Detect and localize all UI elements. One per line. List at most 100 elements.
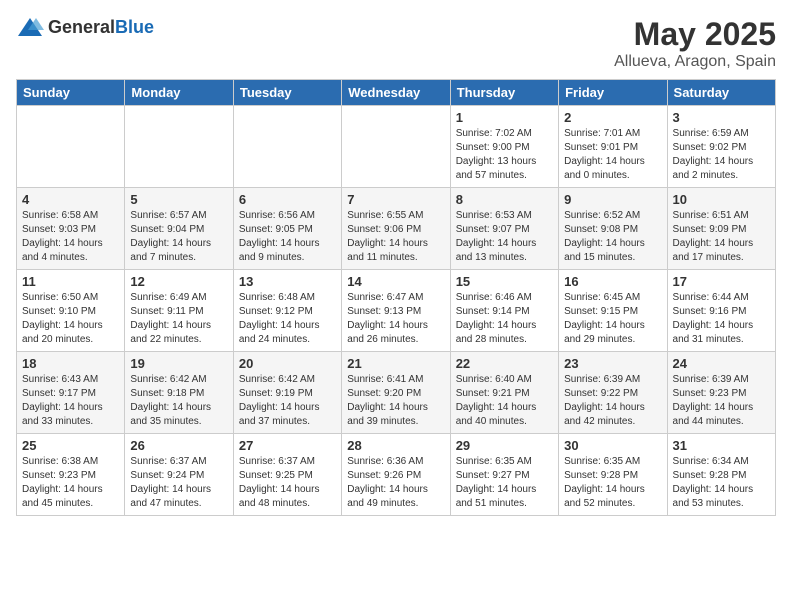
calendar-row-4: 25 Sunrise: 6:38 AMSunset: 9:23 PMDayligh…: [17, 434, 776, 516]
cell-sun-info: Sunrise: 6:41 AMSunset: 9:20 PMDaylight:…: [347, 373, 444, 429]
cell-sun-info: Sunrise: 6:55 AMSunset: 9:06 PMDaylight:…: [347, 209, 444, 265]
calendar-cell: 28Sunrise: 6:36 AMSunset: 9:26 PMDayligh…: [342, 434, 450, 516]
day-number: 7: [347, 192, 444, 207]
cell-sun-info: Sunrise: 6:42 AMSunset: 9:19 PMDaylight:…: [239, 373, 336, 429]
cell-sun-info: Sunrise: 6:43 AMSunset: 9:17 PMDaylight:…: [22, 373, 119, 429]
logo-text-general: General: [48, 17, 115, 37]
day-number: 16: [564, 274, 661, 289]
calendar-table: SundayMondayTuesdayWednesdayThursdayFrid…: [16, 79, 776, 516]
calendar-cell: 16 Sunrise: 6:45 AMSunset: 9:15 PMDayligh…: [559, 270, 667, 352]
day-number: 25: [22, 438, 119, 453]
day-number: 14: [347, 274, 444, 289]
cell-sun-info: Sunrise: 6:58 AMSunset: 9:03 PMDaylight:…: [22, 209, 119, 265]
calendar-cell: [125, 106, 233, 188]
day-number: 29: [456, 438, 553, 453]
day-number: 31: [673, 438, 770, 453]
calendar-cell: 19 Sunrise: 6:42 AMSunset: 9:18 PMDayligh…: [125, 352, 233, 434]
day-number: 10: [673, 192, 770, 207]
day-number: 22: [456, 356, 553, 371]
day-number: 9: [564, 192, 661, 207]
calendar-cell: [342, 106, 450, 188]
cell-sun-info: Sunrise: 6:38 AMSunset: 9:23 PMDaylight:…: [22, 455, 119, 511]
day-number: 12: [130, 274, 227, 289]
day-number: 21: [347, 356, 444, 371]
day-number: 26: [130, 438, 227, 453]
day-number: 17: [673, 274, 770, 289]
day-number: 4: [22, 192, 119, 207]
cell-sun-info: Sunrise: 6:37 AMSunset: 9:24 PMDaylight:…: [130, 455, 227, 511]
day-number: 8: [456, 192, 553, 207]
day-number: 2: [564, 110, 661, 125]
weekday-header-row: SundayMondayTuesdayWednesdayThursdayFrid…: [17, 80, 776, 106]
month-title: May 2025: [614, 16, 776, 53]
logo-text-blue: Blue: [115, 17, 154, 37]
calendar-row-1: 4 Sunrise: 6:58 AMSunset: 9:03 PMDaylight…: [17, 188, 776, 270]
cell-sun-info: Sunrise: 6:57 AMSunset: 9:04 PMDaylight:…: [130, 209, 227, 265]
cell-sun-info: Sunrise: 6:49 AMSunset: 9:11 PMDaylight:…: [130, 291, 227, 347]
day-number: 6: [239, 192, 336, 207]
page-header: GeneralBlue May 2025 Allueva, Aragon, Sp…: [16, 16, 776, 71]
calendar-cell: 15 Sunrise: 6:46 AMSunset: 9:14 PMDayligh…: [450, 270, 558, 352]
calendar-cell: 12 Sunrise: 6:49 AMSunset: 9:11 PMDayligh…: [125, 270, 233, 352]
day-number: 13: [239, 274, 336, 289]
title-area: May 2025 Allueva, Aragon, Spain: [614, 16, 776, 71]
cell-sun-info: Sunrise: 6:48 AMSunset: 9:12 PMDaylight:…: [239, 291, 336, 347]
calendar-cell: 6 Sunrise: 6:56 AMSunset: 9:05 PMDaylight…: [233, 188, 341, 270]
day-number: 15: [456, 274, 553, 289]
calendar-cell: 3Sunrise: 6:59 AMSunset: 9:02 PMDaylight…: [667, 106, 775, 188]
calendar-cell: 17 Sunrise: 6:44 AMSunset: 9:16 PMDayligh…: [667, 270, 775, 352]
calendar-cell: 9 Sunrise: 6:52 AMSunset: 9:08 PMDaylight…: [559, 188, 667, 270]
cell-sun-info: Sunrise: 6:35 AMSunset: 9:28 PMDaylight:…: [564, 455, 661, 511]
cell-sun-info: Sunrise: 6:47 AMSunset: 9:13 PMDaylight:…: [347, 291, 444, 347]
calendar-cell: [17, 106, 125, 188]
calendar-cell: 10Sunrise: 6:51 AMSunset: 9:09 PMDayligh…: [667, 188, 775, 270]
logo: GeneralBlue: [16, 16, 154, 38]
calendar-cell: 4 Sunrise: 6:58 AMSunset: 9:03 PMDaylight…: [17, 188, 125, 270]
cell-sun-info: Sunrise: 6:50 AMSunset: 9:10 PMDaylight:…: [22, 291, 119, 347]
day-number: 20: [239, 356, 336, 371]
day-number: 3: [673, 110, 770, 125]
calendar-row-3: 18 Sunrise: 6:43 AMSunset: 9:17 PMDayligh…: [17, 352, 776, 434]
weekday-header-sunday: Sunday: [17, 80, 125, 106]
calendar-cell: 20 Sunrise: 6:42 AMSunset: 9:19 PMDayligh…: [233, 352, 341, 434]
weekday-header-thursday: Thursday: [450, 80, 558, 106]
weekday-header-friday: Friday: [559, 80, 667, 106]
cell-sun-info: Sunrise: 6:45 AMSunset: 9:15 PMDaylight:…: [564, 291, 661, 347]
calendar-cell: 18 Sunrise: 6:43 AMSunset: 9:17 PMDayligh…: [17, 352, 125, 434]
day-number: 5: [130, 192, 227, 207]
cell-sun-info: Sunrise: 6:52 AMSunset: 9:08 PMDaylight:…: [564, 209, 661, 265]
cell-sun-info: Sunrise: 6:44 AMSunset: 9:16 PMDaylight:…: [673, 291, 770, 347]
calendar-row-2: 11 Sunrise: 6:50 AMSunset: 9:10 PMDayligh…: [17, 270, 776, 352]
day-number: 23: [564, 356, 661, 371]
day-number: 27: [239, 438, 336, 453]
day-number: 11: [22, 274, 119, 289]
day-number: 19: [130, 356, 227, 371]
calendar-cell: 1Sunrise: 7:02 AMSunset: 9:00 PMDaylight…: [450, 106, 558, 188]
cell-sun-info: Sunrise: 6:46 AMSunset: 9:14 PMDaylight:…: [456, 291, 553, 347]
calendar-cell: 25 Sunrise: 6:38 AMSunset: 9:23 PMDayligh…: [17, 434, 125, 516]
calendar-cell: 31 Sunrise: 6:34 AMSunset: 9:28 PMDayligh…: [667, 434, 775, 516]
calendar-cell: 27Sunrise: 6:37 AMSunset: 9:25 PMDayligh…: [233, 434, 341, 516]
calendar-row-0: 1Sunrise: 7:02 AMSunset: 9:00 PMDaylight…: [17, 106, 776, 188]
cell-sun-info: Sunrise: 6:42 AMSunset: 9:18 PMDaylight:…: [130, 373, 227, 429]
calendar-cell: 21 Sunrise: 6:41 AMSunset: 9:20 PMDayligh…: [342, 352, 450, 434]
cell-sun-info: Sunrise: 6:39 AMSunset: 9:22 PMDaylight:…: [564, 373, 661, 429]
cell-sun-info: Sunrise: 6:36 AMSunset: 9:26 PMDaylight:…: [347, 455, 444, 511]
calendar-cell: 5 Sunrise: 6:57 AMSunset: 9:04 PMDaylight…: [125, 188, 233, 270]
weekday-header-saturday: Saturday: [667, 80, 775, 106]
calendar-cell: [233, 106, 341, 188]
day-number: 18: [22, 356, 119, 371]
calendar-cell: 7 Sunrise: 6:55 AMSunset: 9:06 PMDaylight…: [342, 188, 450, 270]
day-number: 1: [456, 110, 553, 125]
cell-sun-info: Sunrise: 6:34 AMSunset: 9:28 PMDaylight:…: [673, 455, 770, 511]
calendar-cell: 26 Sunrise: 6:37 AMSunset: 9:24 PMDayligh…: [125, 434, 233, 516]
calendar-cell: 24Sunrise: 6:39 AMSunset: 9:23 PMDayligh…: [667, 352, 775, 434]
weekday-header-tuesday: Tuesday: [233, 80, 341, 106]
cell-sun-info: Sunrise: 6:56 AMSunset: 9:05 PMDaylight:…: [239, 209, 336, 265]
calendar-cell: 29Sunrise: 6:35 AMSunset: 9:27 PMDayligh…: [450, 434, 558, 516]
day-number: 30: [564, 438, 661, 453]
calendar-cell: 8Sunrise: 6:53 AMSunset: 9:07 PMDaylight…: [450, 188, 558, 270]
weekday-header-monday: Monday: [125, 80, 233, 106]
calendar-cell: 22Sunrise: 6:40 AMSunset: 9:21 PMDayligh…: [450, 352, 558, 434]
location-title: Allueva, Aragon, Spain: [614, 53, 776, 71]
